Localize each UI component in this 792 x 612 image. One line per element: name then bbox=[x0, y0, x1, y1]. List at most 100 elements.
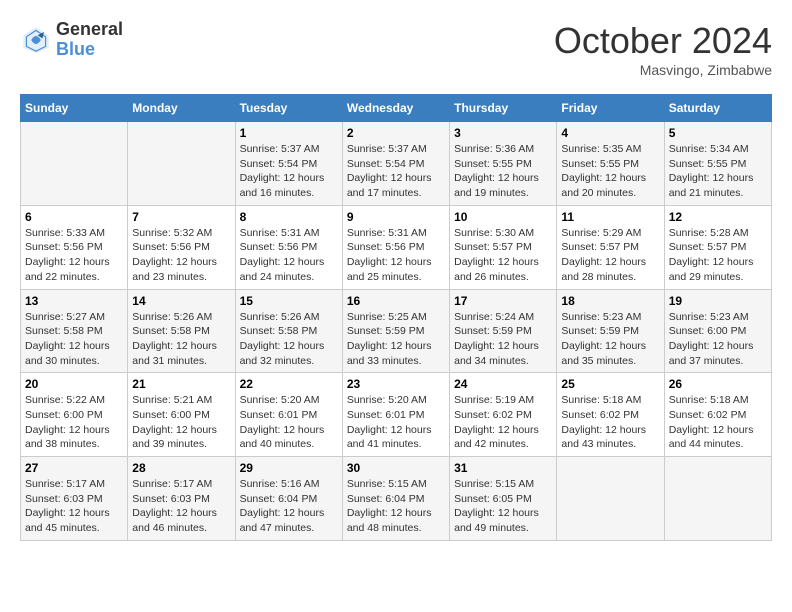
calendar-cell bbox=[557, 457, 664, 541]
logo-icon bbox=[20, 24, 52, 56]
day-number: 18 bbox=[561, 294, 659, 308]
title-block: October 2024 Masvingo, Zimbabwe bbox=[554, 20, 772, 78]
calendar-body: 1 Sunrise: 5:37 AMSunset: 5:54 PMDaylight… bbox=[21, 122, 772, 541]
calendar-cell: 31Sunrise: 5:15 AMSunset: 6:05 PMDayligh… bbox=[450, 457, 557, 541]
day-info: Sunrise: 5:21 AMSunset: 6:00 PMDaylight:… bbox=[132, 393, 230, 452]
day-number: 24 bbox=[454, 377, 552, 391]
day-info: Sunrise: 5:33 AMSunset: 5:56 PMDaylight:… bbox=[25, 226, 123, 285]
day-info: Sunrise: 5:15 AMSunset: 6:04 PMDaylight:… bbox=[347, 477, 445, 536]
day-number: 11 bbox=[561, 210, 659, 224]
calendar-header: SundayMondayTuesdayWednesdayThursdayFrid… bbox=[21, 95, 772, 122]
day-info: Sunrise: 5:26 AMSunset: 5:58 PMDaylight:… bbox=[132, 310, 230, 369]
calendar-cell: 19Sunrise: 5:23 AMSunset: 6:00 PMDayligh… bbox=[664, 289, 771, 373]
calendar-cell bbox=[128, 122, 235, 206]
day-info: Sunrise: 5:18 AMSunset: 6:02 PMDaylight:… bbox=[669, 393, 767, 452]
logo-text: General Blue bbox=[56, 20, 123, 60]
page-header: General Blue October 2024 Masvingo, Zimb… bbox=[20, 20, 772, 78]
week-row-5: 27 Sunrise: 5:17 AMSunset: 6:03 PMDayligh… bbox=[21, 457, 772, 541]
calendar-cell: 18 Sunrise: 5:23 AMSunset: 5:59 PMDayligh… bbox=[557, 289, 664, 373]
day-number: 20 bbox=[25, 377, 123, 391]
day-info: Sunrise: 5:32 AMSunset: 5:56 PMDaylight:… bbox=[132, 226, 230, 285]
calendar-cell: 16 Sunrise: 5:25 AMSunset: 5:59 PMDayligh… bbox=[342, 289, 449, 373]
day-number: 10 bbox=[454, 210, 552, 224]
month-title: October 2024 bbox=[554, 20, 772, 62]
calendar-cell: 28Sunrise: 5:17 AMSunset: 6:03 PMDayligh… bbox=[128, 457, 235, 541]
calendar-cell: 7 Sunrise: 5:32 AMSunset: 5:56 PMDaylight… bbox=[128, 205, 235, 289]
calendar-cell: 26 Sunrise: 5:18 AMSunset: 6:02 PMDayligh… bbox=[664, 373, 771, 457]
day-number: 1 bbox=[240, 126, 338, 140]
day-info: Sunrise: 5:28 AMSunset: 5:57 PMDaylight:… bbox=[669, 226, 767, 285]
day-info: Sunrise: 5:16 AMSunset: 6:04 PMDaylight:… bbox=[240, 477, 338, 536]
day-number: 16 bbox=[347, 294, 445, 308]
location-subtitle: Masvingo, Zimbabwe bbox=[554, 62, 772, 78]
calendar-cell: 10Sunrise: 5:30 AMSunset: 5:57 PMDayligh… bbox=[450, 205, 557, 289]
calendar-cell: 2Sunrise: 5:37 AMSunset: 5:54 PMDaylight… bbox=[342, 122, 449, 206]
day-info: Sunrise: 5:27 AMSunset: 5:58 PMDaylight:… bbox=[25, 310, 123, 369]
day-info: Sunrise: 5:26 AMSunset: 5:58 PMDaylight:… bbox=[240, 310, 338, 369]
week-row-3: 13 Sunrise: 5:27 AMSunset: 5:58 PMDayligh… bbox=[21, 289, 772, 373]
header-day-saturday: Saturday bbox=[664, 95, 771, 122]
calendar-cell: 12 Sunrise: 5:28 AMSunset: 5:57 PMDayligh… bbox=[664, 205, 771, 289]
day-number: 27 bbox=[25, 461, 123, 475]
day-info: Sunrise: 5:23 AMSunset: 5:59 PMDaylight:… bbox=[561, 310, 659, 369]
day-number: 29 bbox=[240, 461, 338, 475]
day-info: Sunrise: 5:29 AMSunset: 5:57 PMDaylight:… bbox=[561, 226, 659, 285]
day-number: 3 bbox=[454, 126, 552, 140]
calendar-cell: 21 Sunrise: 5:21 AMSunset: 6:00 PMDayligh… bbox=[128, 373, 235, 457]
day-info: Sunrise: 5:22 AMSunset: 6:00 PMDaylight:… bbox=[25, 393, 123, 452]
day-info: Sunrise: 5:31 AMSunset: 5:56 PMDaylight:… bbox=[240, 226, 338, 285]
calendar-cell: 14 Sunrise: 5:26 AMSunset: 5:58 PMDayligh… bbox=[128, 289, 235, 373]
day-number: 30 bbox=[347, 461, 445, 475]
day-number: 21 bbox=[132, 377, 230, 391]
week-row-2: 6 Sunrise: 5:33 AMSunset: 5:56 PMDaylight… bbox=[21, 205, 772, 289]
calendar-cell: 3Sunrise: 5:36 AMSunset: 5:55 PMDaylight… bbox=[450, 122, 557, 206]
calendar-cell: 1 Sunrise: 5:37 AMSunset: 5:54 PMDaylight… bbox=[235, 122, 342, 206]
day-number: 15 bbox=[240, 294, 338, 308]
calendar-cell: 15 Sunrise: 5:26 AMSunset: 5:58 PMDayligh… bbox=[235, 289, 342, 373]
calendar-cell: 24 Sunrise: 5:19 AMSunset: 6:02 PMDayligh… bbox=[450, 373, 557, 457]
day-number: 17 bbox=[454, 294, 552, 308]
header-day-tuesday: Tuesday bbox=[235, 95, 342, 122]
day-number: 6 bbox=[25, 210, 123, 224]
day-number: 22 bbox=[240, 377, 338, 391]
calendar-cell: 22 Sunrise: 5:20 AMSunset: 6:01 PMDayligh… bbox=[235, 373, 342, 457]
calendar-cell bbox=[664, 457, 771, 541]
day-info: Sunrise: 5:34 AMSunset: 5:55 PMDaylight:… bbox=[669, 142, 767, 201]
day-number: 7 bbox=[132, 210, 230, 224]
calendar-cell: 23 Sunrise: 5:20 AMSunset: 6:01 PMDayligh… bbox=[342, 373, 449, 457]
day-number: 26 bbox=[669, 377, 767, 391]
calendar-cell: 8Sunrise: 5:31 AMSunset: 5:56 PMDaylight… bbox=[235, 205, 342, 289]
day-number: 28 bbox=[132, 461, 230, 475]
day-info: Sunrise: 5:37 AMSunset: 5:54 PMDaylight:… bbox=[240, 142, 338, 201]
day-info: Sunrise: 5:19 AMSunset: 6:02 PMDaylight:… bbox=[454, 393, 552, 452]
day-number: 13 bbox=[25, 294, 123, 308]
logo-line1: General bbox=[56, 20, 123, 40]
day-info: Sunrise: 5:24 AMSunset: 5:59 PMDaylight:… bbox=[454, 310, 552, 369]
header-row: SundayMondayTuesdayWednesdayThursdayFrid… bbox=[21, 95, 772, 122]
day-info: Sunrise: 5:20 AMSunset: 6:01 PMDaylight:… bbox=[347, 393, 445, 452]
week-row-4: 20 Sunrise: 5:22 AMSunset: 6:00 PMDayligh… bbox=[21, 373, 772, 457]
day-info: Sunrise: 5:25 AMSunset: 5:59 PMDaylight:… bbox=[347, 310, 445, 369]
day-number: 23 bbox=[347, 377, 445, 391]
logo-line2: Blue bbox=[56, 40, 123, 60]
logo: General Blue bbox=[20, 20, 123, 60]
header-day-sunday: Sunday bbox=[21, 95, 128, 122]
day-info: Sunrise: 5:23 AMSunset: 6:00 PMDaylight:… bbox=[669, 310, 767, 369]
header-day-thursday: Thursday bbox=[450, 95, 557, 122]
day-number: 25 bbox=[561, 377, 659, 391]
day-number: 14 bbox=[132, 294, 230, 308]
day-info: Sunrise: 5:31 AMSunset: 5:56 PMDaylight:… bbox=[347, 226, 445, 285]
calendar-cell: 20 Sunrise: 5:22 AMSunset: 6:00 PMDayligh… bbox=[21, 373, 128, 457]
day-info: Sunrise: 5:20 AMSunset: 6:01 PMDaylight:… bbox=[240, 393, 338, 452]
calendar-cell: 25Sunrise: 5:18 AMSunset: 6:02 PMDayligh… bbox=[557, 373, 664, 457]
day-info: Sunrise: 5:17 AMSunset: 6:03 PMDaylight:… bbox=[25, 477, 123, 536]
calendar-cell: 13 Sunrise: 5:27 AMSunset: 5:58 PMDayligh… bbox=[21, 289, 128, 373]
day-info: Sunrise: 5:35 AMSunset: 5:55 PMDaylight:… bbox=[561, 142, 659, 201]
week-row-1: 1 Sunrise: 5:37 AMSunset: 5:54 PMDaylight… bbox=[21, 122, 772, 206]
day-number: 12 bbox=[669, 210, 767, 224]
day-number: 5 bbox=[669, 126, 767, 140]
calendar-cell: 9Sunrise: 5:31 AMSunset: 5:56 PMDaylight… bbox=[342, 205, 449, 289]
calendar-cell: 29 Sunrise: 5:16 AMSunset: 6:04 PMDayligh… bbox=[235, 457, 342, 541]
calendar-table: SundayMondayTuesdayWednesdayThursdayFrid… bbox=[20, 94, 772, 541]
day-info: Sunrise: 5:15 AMSunset: 6:05 PMDaylight:… bbox=[454, 477, 552, 536]
